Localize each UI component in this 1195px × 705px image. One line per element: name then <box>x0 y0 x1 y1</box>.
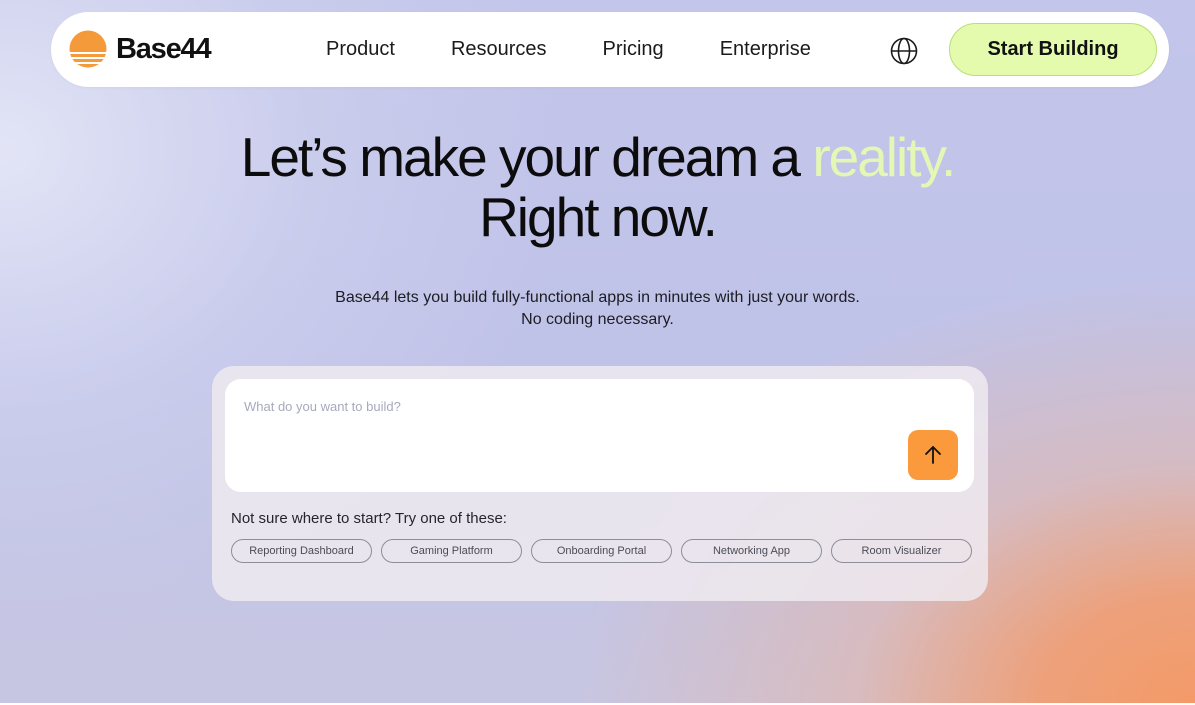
suggestion-chip-reporting-dashboard[interactable]: Reporting Dashboard <box>231 539 372 563</box>
hero-title: Let’s make your dream a reality. Right n… <box>0 127 1195 247</box>
suggestion-chip-gaming-platform[interactable]: Gaming Platform <box>381 539 522 563</box>
start-building-button[interactable]: Start Building <box>949 23 1157 76</box>
hero-title-text: Let’s make your dream a <box>240 126 813 188</box>
app-builder-card: Not sure where to start? Try one of thes… <box>212 366 988 601</box>
hero-subtitle: Base44 lets you build fully-functional a… <box>0 287 1195 331</box>
suggestion-chip-room-visualizer[interactable]: Room Visualizer <box>831 539 972 563</box>
hero-title-accent: reality. <box>812 126 956 188</box>
hero-title-line2: Right now. <box>479 186 718 248</box>
hero-subtitle-line2: No coding necessary. <box>521 311 674 328</box>
suggestion-chip-networking-app[interactable]: Networking App <box>681 539 822 563</box>
suggestion-chip-onboarding-portal[interactable]: Onboarding Portal <box>531 539 672 563</box>
suggestions-hint: Not sure where to start? Try one of thes… <box>231 510 507 527</box>
sunset-logo-icon <box>69 30 107 68</box>
suggestion-chips: Reporting Dashboard Gaming Platform Onbo… <box>231 539 981 563</box>
arrow-up-icon <box>925 446 941 464</box>
nav-link-product[interactable]: Product <box>326 38 395 61</box>
main-nav: Product Resources Pricing Enterprise <box>326 12 867 87</box>
send-prompt-button[interactable] <box>908 430 958 480</box>
nav-link-enterprise[interactable]: Enterprise <box>720 38 811 61</box>
globe-icon[interactable] <box>889 36 919 66</box>
nav-link-resources[interactable]: Resources <box>451 38 547 61</box>
brand-name: Base44 <box>116 32 212 65</box>
nav-link-pricing[interactable]: Pricing <box>603 38 664 61</box>
top-navbar: Base44 Product Resources Pricing Enterpr… <box>51 12 1169 87</box>
prompt-box <box>225 379 974 492</box>
build-prompt-input[interactable] <box>244 399 884 479</box>
brand-logo-link[interactable]: Base44 <box>69 30 212 68</box>
hero-subtitle-line1: Base44 lets you build fully-functional a… <box>335 289 860 306</box>
